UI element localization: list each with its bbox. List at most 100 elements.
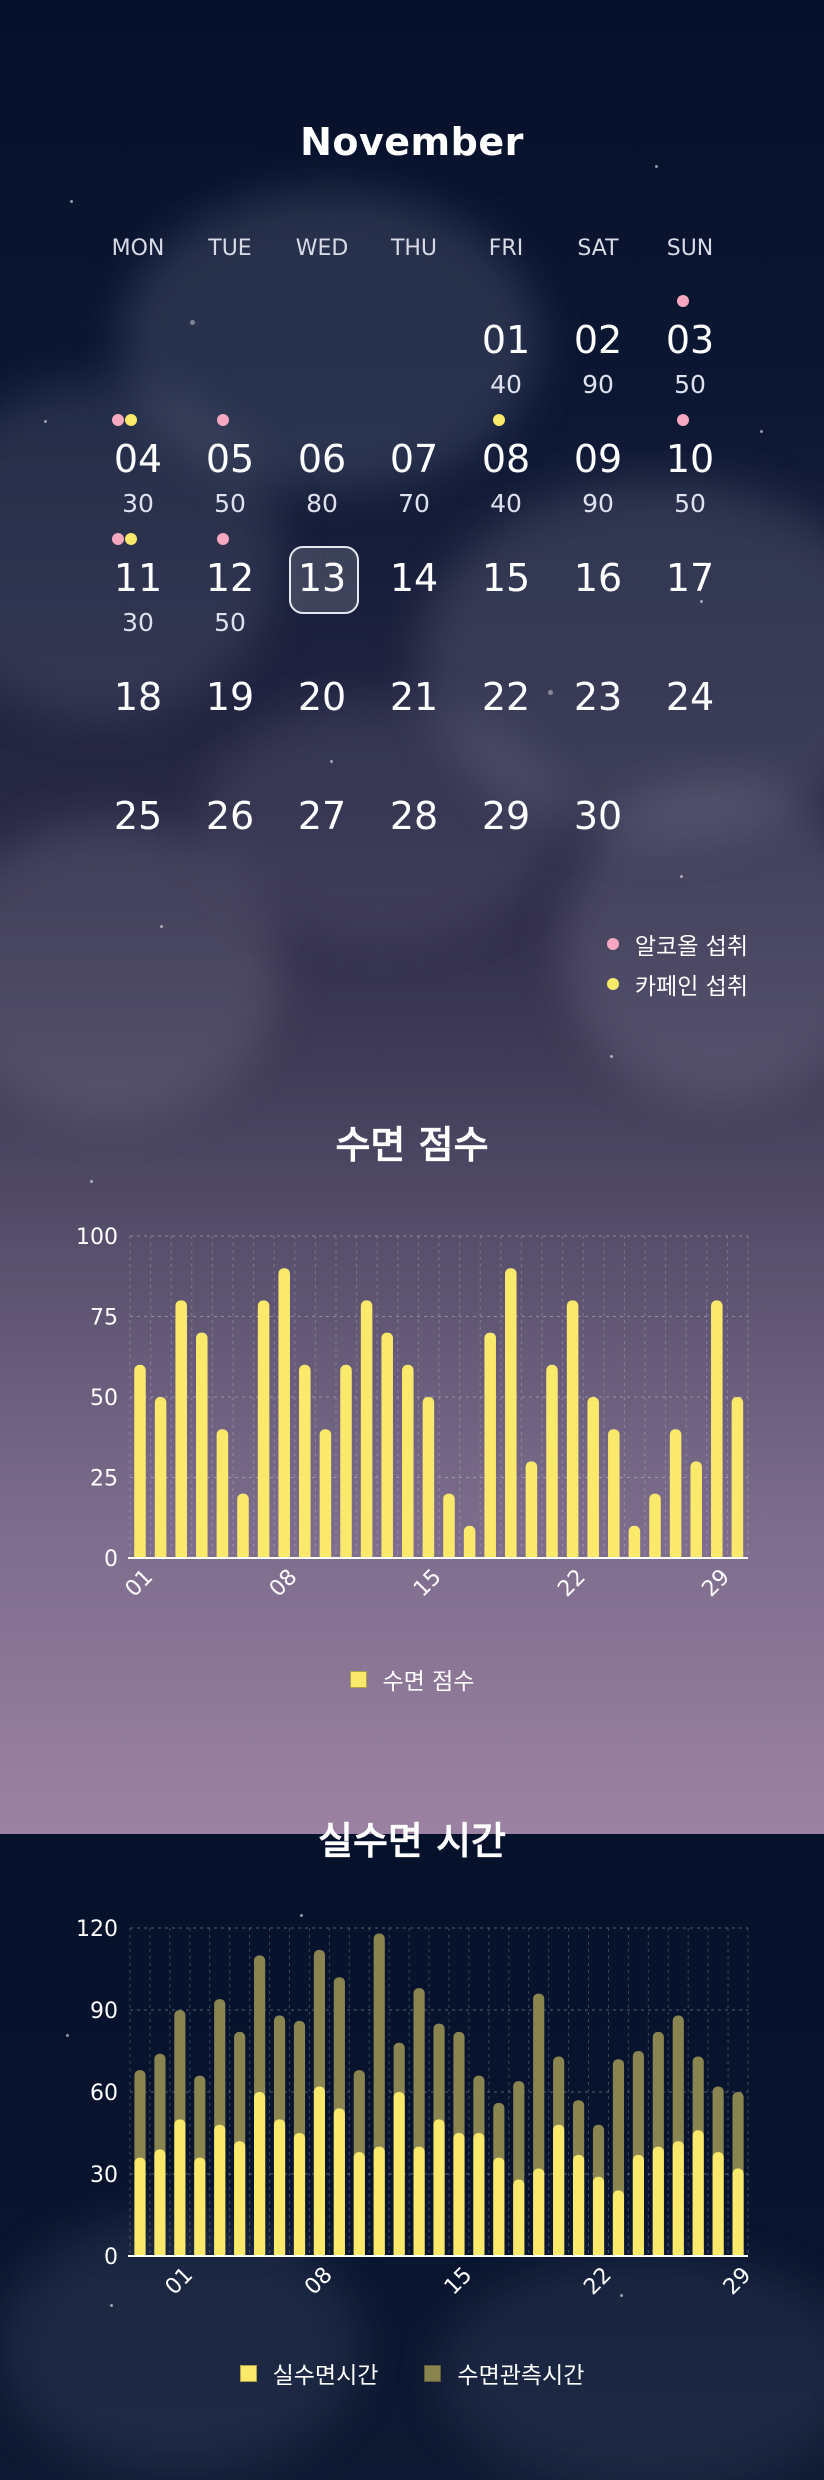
calendar-day-27[interactable]: 27 xyxy=(277,792,367,892)
weekday-wed: WED xyxy=(295,236,349,261)
weekday-sun: SUN xyxy=(666,236,714,261)
calendar-day-28[interactable]: 28 xyxy=(369,792,459,892)
calendar-day-29[interactable]: 29 xyxy=(461,792,551,892)
bar-value xyxy=(443,1493,455,1558)
calendar-day-13[interactable]: 13 xyxy=(277,546,367,654)
calendar-day-18[interactable]: 18 xyxy=(93,673,183,773)
x-tick-label: 01 xyxy=(161,2263,198,2300)
calendar-day-30[interactable]: 30 xyxy=(553,792,643,892)
day-number: 17 xyxy=(665,556,715,600)
bar-value xyxy=(433,2119,445,2256)
bar-value xyxy=(333,2108,345,2256)
y-tick-label: 100 xyxy=(76,1225,118,1250)
bar-value xyxy=(692,2130,704,2256)
alcohol-dot-icon xyxy=(677,295,689,307)
bar-value xyxy=(353,2152,365,2256)
calendar-day-04[interactable]: 04 30 xyxy=(93,414,183,535)
day-number: 22 xyxy=(481,675,531,719)
bar-value xyxy=(525,1461,538,1558)
alcohol-dot-icon xyxy=(677,414,689,426)
bar-value xyxy=(257,1300,270,1558)
actual-sleep-time-title: 실수면 시간 xyxy=(317,1819,507,1863)
bar-value xyxy=(293,2133,306,2256)
calendar-day-03[interactable]: 03 50 xyxy=(645,295,735,416)
bar-value xyxy=(672,2141,684,2256)
day-number: 01 xyxy=(481,318,531,362)
x-tick-label: 08 xyxy=(300,2263,337,2300)
y-tick-label: 0 xyxy=(104,1547,118,1572)
bar-value xyxy=(214,2124,226,2256)
day-number: 07 xyxy=(389,437,439,481)
calendar-day-09[interactable]: 09 90 xyxy=(553,435,643,535)
calendar-day-07[interactable]: 07 70 xyxy=(369,435,459,535)
x-tick-label: 08 xyxy=(265,1565,302,1602)
alcohol-dot-icon xyxy=(112,414,124,426)
intake-dots xyxy=(677,292,690,307)
calendar-day-02[interactable]: 02 90 xyxy=(553,316,643,416)
bar-value xyxy=(154,2149,166,2256)
bar-value xyxy=(299,1364,311,1558)
calendar-day-11[interactable]: 11 30 xyxy=(93,533,183,654)
calendar-day-25[interactable]: 25 xyxy=(93,792,183,892)
intake-dots xyxy=(217,530,230,545)
bar-value xyxy=(572,2154,585,2256)
bar-value xyxy=(413,2146,425,2256)
bar-value xyxy=(313,2086,326,2256)
calendar-day-14[interactable]: 14 xyxy=(369,554,459,654)
day-number: 24 xyxy=(665,675,715,719)
calendar-day-20[interactable]: 20 xyxy=(277,673,367,773)
intake-dots xyxy=(677,411,690,426)
calendar-day-08[interactable]: 08 40 xyxy=(461,414,551,535)
calendar-day-26[interactable]: 26 xyxy=(185,792,275,892)
intake-dots xyxy=(217,411,230,426)
bar-value xyxy=(587,1397,599,1558)
day-number: 08 xyxy=(481,437,531,481)
bar-value xyxy=(484,1332,496,1558)
calendar-day-19[interactable]: 19 xyxy=(185,673,275,773)
day-sleep-score: 50 xyxy=(214,489,246,518)
legend-caffeine-label: 카페인 섭취 xyxy=(634,974,748,1000)
caffeine-dot-icon xyxy=(125,533,137,545)
intake-dots xyxy=(493,411,506,426)
calendar-day-16[interactable]: 16 xyxy=(553,554,643,654)
day-sleep-score: 30 xyxy=(122,489,154,518)
y-tick-label: 25 xyxy=(90,1467,118,1492)
day-sleep-score: 70 xyxy=(398,489,430,518)
legend-observed-sleep: 수면관측시간 xyxy=(424,2356,584,2390)
calendar-day-17[interactable]: 17 xyxy=(645,554,735,654)
calendar-day-22[interactable]: 22 xyxy=(461,673,551,773)
bar-value xyxy=(402,1364,414,1558)
legend-alcohol: 알코올 섭취 xyxy=(606,924,748,964)
calendar-day-06[interactable]: 06 80 xyxy=(277,435,367,535)
sleep-time-legend: 실수면시간 수면관측시간 xyxy=(0,2356,824,2390)
calendar-day-15[interactable]: 15 xyxy=(461,554,551,654)
day-number: 21 xyxy=(389,675,439,719)
calendar-day-05[interactable]: 05 50 xyxy=(185,414,275,535)
intake-dots xyxy=(112,530,138,545)
day-number: 29 xyxy=(481,794,531,838)
calendar-day-12[interactable]: 12 50 xyxy=(185,533,275,654)
day-number: 05 xyxy=(205,437,255,481)
x-tick-label: 15 xyxy=(409,1565,446,1602)
y-tick-label: 50 xyxy=(90,1386,118,1411)
day-number: 23 xyxy=(573,675,623,719)
calendar-day-01[interactable]: 01 40 xyxy=(461,316,551,416)
calendar-day-21[interactable]: 21 xyxy=(369,673,459,773)
bar-value xyxy=(546,1364,558,1558)
calendar-day-23[interactable]: 23 xyxy=(553,673,643,773)
day-number: 12 xyxy=(205,556,255,600)
bar-value xyxy=(652,2146,664,2256)
day-number: 30 xyxy=(573,794,623,838)
bar-value xyxy=(608,1429,620,1558)
yellow-swatch-icon xyxy=(239,2364,257,2382)
bar-value xyxy=(254,2092,266,2256)
yellow-dot-icon xyxy=(606,978,619,990)
day-sleep-score: 90 xyxy=(582,489,614,518)
x-tick-label: 29 xyxy=(719,2263,756,2300)
calendar-day-24[interactable]: 24 xyxy=(645,673,735,773)
calendar-day-10[interactable]: 10 50 xyxy=(645,414,735,535)
bar-value xyxy=(669,1429,682,1558)
day-number: 18 xyxy=(113,675,163,719)
alcohol-dot-icon xyxy=(217,533,229,545)
weekday-mon: MON xyxy=(111,236,165,261)
